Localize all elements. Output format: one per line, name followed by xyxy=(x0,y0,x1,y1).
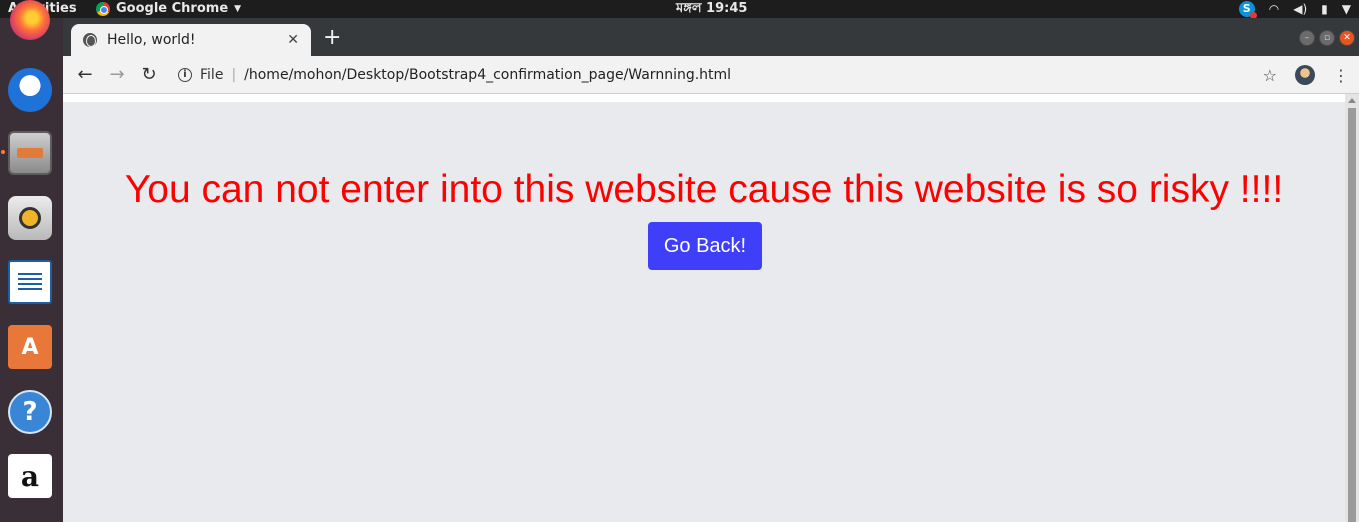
chrome-icon xyxy=(96,2,110,16)
help-icon[interactable]: ? xyxy=(8,390,52,434)
origin-label: File xyxy=(200,67,224,83)
maximize-button[interactable]: ▫ xyxy=(1319,30,1335,46)
wifi-icon[interactable]: ◠ xyxy=(1269,2,1279,16)
reload-icon[interactable]: ↻ xyxy=(133,64,165,85)
minimize-button[interactable]: – xyxy=(1299,30,1315,46)
rhythmbox-icon[interactable] xyxy=(8,196,52,240)
skype-icon[interactable]: S xyxy=(1238,1,1257,19)
page-viewport: You can not enter into this website caus… xyxy=(63,102,1345,522)
firefox-icon[interactable] xyxy=(10,0,50,40)
toolbar-actions: ☆ ⋮ xyxy=(1263,56,1349,94)
app-menu[interactable]: Google Chrome ▼ xyxy=(96,0,241,18)
globe-icon xyxy=(83,33,97,47)
chevron-down-icon: ▼ xyxy=(234,4,242,14)
system-menu-chevron-icon[interactable]: ▼ xyxy=(1342,2,1351,16)
libreoffice-writer-icon[interactable] xyxy=(8,260,52,304)
warning-heading: You can not enter into this website caus… xyxy=(124,168,1284,211)
tab-title: Hello, world! xyxy=(107,32,196,48)
profile-avatar[interactable] xyxy=(1295,65,1315,85)
chrome-window: Hello, world! ✕ + – ▫ ✕ ← → ↻ i File | /… xyxy=(63,18,1359,522)
app-menu-label: Google Chrome xyxy=(116,1,229,16)
system-top-bar: Activities Google Chrome ▼ মঙ্গল 19:45 S… xyxy=(0,0,1359,19)
menu-kebab-icon[interactable]: ⋮ xyxy=(1333,66,1349,85)
software-center-icon[interactable]: A xyxy=(8,325,52,369)
info-icon[interactable]: i xyxy=(178,68,192,82)
tab-hello-world[interactable]: Hello, world! ✕ xyxy=(71,24,311,56)
scrollbar-thumb[interactable] xyxy=(1348,108,1356,522)
address-bar[interactable]: i File | /home/mohon/Desktop/Bootstrap4_… xyxy=(178,56,731,94)
tab-strip: Hello, world! ✕ + – ▫ ✕ xyxy=(63,18,1359,56)
amazon-icon[interactable]: a xyxy=(8,454,52,498)
system-tray: S ◠ ◀) ▮ ▼ xyxy=(1238,0,1351,19)
running-indicator xyxy=(1,150,5,154)
page-top-strip xyxy=(63,94,1359,102)
battery-icon[interactable]: ▮ xyxy=(1321,2,1328,16)
files-icon[interactable] xyxy=(8,131,52,175)
close-tab-icon[interactable]: ✕ xyxy=(287,32,299,48)
close-window-button[interactable]: ✕ xyxy=(1339,30,1355,46)
url-text[interactable]: /home/mohon/Desktop/Bootstrap4_confirmat… xyxy=(244,67,731,83)
go-back-button[interactable]: Go Back! xyxy=(648,222,762,270)
vertical-scrollbar[interactable] xyxy=(1345,94,1359,522)
thunderbird-icon[interactable] xyxy=(8,68,52,112)
forward-arrow-icon[interactable]: → xyxy=(101,64,133,85)
browser-toolbar: ← → ↻ i File | /home/mohon/Desktop/Boots… xyxy=(63,56,1359,94)
bookmark-star-icon[interactable]: ☆ xyxy=(1263,66,1277,85)
scroll-up-arrow-icon[interactable] xyxy=(1348,98,1356,103)
back-arrow-icon[interactable]: ← xyxy=(69,64,101,85)
separator: | xyxy=(231,67,237,83)
window-controls: – ▫ ✕ xyxy=(1299,30,1355,46)
launcher-dock: A ? a xyxy=(0,0,63,522)
volume-icon[interactable]: ◀) xyxy=(1293,2,1307,16)
clock[interactable]: মঙ্গল 19:45 xyxy=(676,0,747,18)
new-tab-button[interactable]: + xyxy=(323,26,341,50)
